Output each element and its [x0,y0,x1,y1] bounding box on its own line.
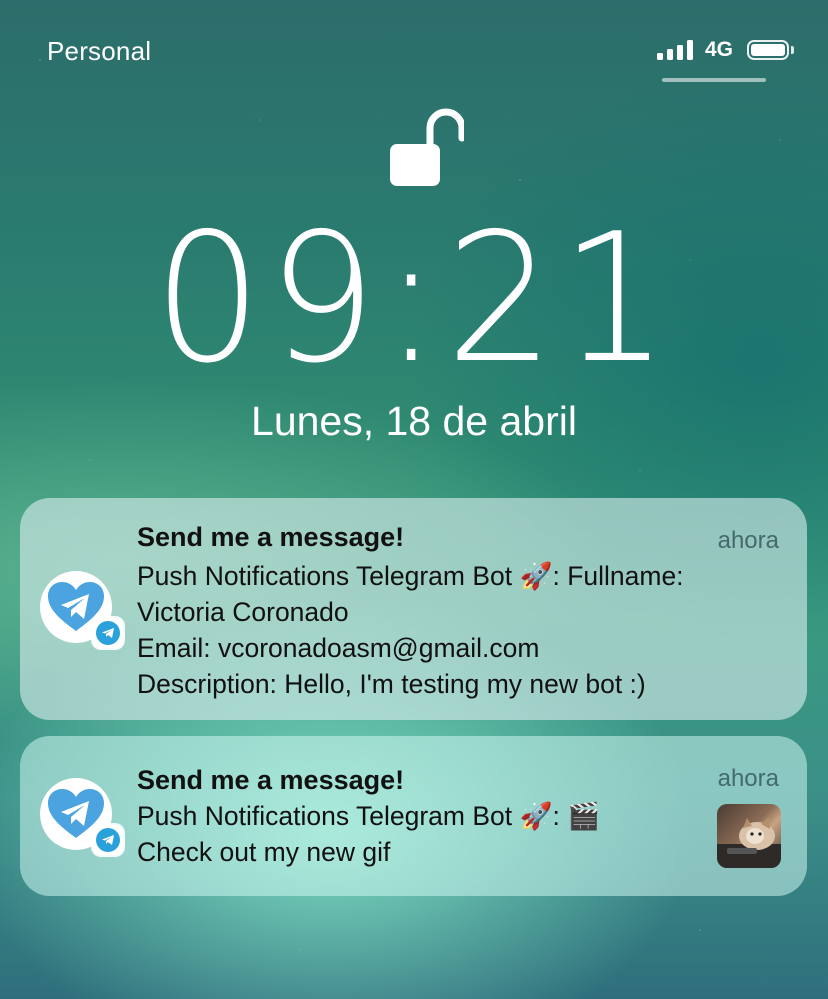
control-center-grabber[interactable] [662,78,766,82]
unlocked-padlock-icon [390,108,464,186]
carrier-name: Personal [47,36,152,66]
notification-body-line: Email: vcoronadoasm@gmail.com [137,633,540,663]
battery-icon [747,40,789,60]
cat-gif-thumbnail[interactable] [717,804,781,868]
battery-cap [791,46,794,54]
network-type: 4G [704,38,733,61]
notification-time: ahora [717,527,779,554]
telegram-badge-icon [93,825,123,855]
notification-body: Push Notifications Telegram Bot 🚀: 🎬 Che… [137,798,600,870]
notification-body-line: Push Notifications Telegram Bot 🚀: Fulln… [137,561,684,591]
status-indicators: 4G [656,38,794,62]
notification-title: Send me a message! [137,522,405,552]
notification-body-line: Description: Hello, I'm testing my new b… [137,669,646,699]
telegram-heart-icon [40,571,123,648]
lock-screen-time: 09:21 [153,195,675,402]
notification-body-line: Victoria Coronado [137,597,349,627]
signal-icon [656,40,693,60]
notification-title: Send me a message! [137,765,405,795]
notification-card[interactable]: Send me a message! ahora Push Notificati… [20,736,807,896]
notification-body: Push Notifications Telegram Bot 🚀: Fulln… [137,558,684,702]
telegram-badge-icon [93,618,123,648]
notification-body-line: Push Notifications Telegram Bot 🚀: 🎬 [137,801,601,831]
notification-body-line: Check out my new gif [137,837,391,867]
notification-time: ahora [717,765,779,792]
notification-card[interactable]: Send me a message! ahora Push Notificati… [20,498,807,720]
lock-screen-date: Lunes, 18 de abril [251,398,577,444]
telegram-heart-icon [40,778,123,855]
